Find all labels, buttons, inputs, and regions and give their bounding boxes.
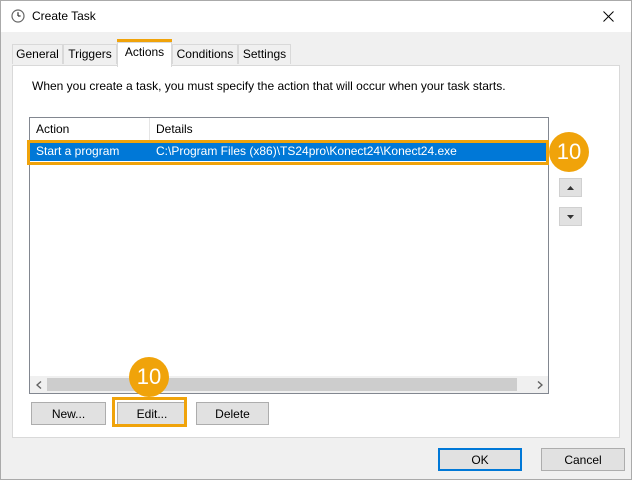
tab-triggers[interactable]: Triggers: [63, 44, 117, 64]
new-action-button[interactable]: New...: [31, 402, 106, 425]
column-header-action[interactable]: Action: [30, 118, 150, 140]
step-callout-edit: 10: [129, 357, 169, 397]
table-row[interactable]: Start a program C:\Program Files (x86)\T…: [30, 141, 548, 161]
tab-actions[interactable]: Actions: [117, 42, 172, 67]
scroll-right-icon[interactable]: [531, 376, 548, 393]
actions-tab-panel: When you create a task, you must specify…: [12, 65, 620, 438]
ok-button[interactable]: OK: [438, 448, 522, 471]
cancel-button[interactable]: Cancel: [541, 448, 625, 471]
move-down-button[interactable]: [559, 207, 582, 226]
tab-conditions[interactable]: Conditions: [172, 44, 238, 64]
row-details-cell: C:\Program Files (x86)\TS24pro\Konect24\…: [156, 144, 457, 158]
column-header-details[interactable]: Details: [150, 118, 548, 140]
row-action-cell: Start a program: [36, 144, 120, 158]
create-task-window: Create Task General Triggers Actions Con…: [0, 0, 632, 480]
list-header: Action Details: [30, 118, 548, 141]
scrollbar-thumb[interactable]: [47, 378, 517, 391]
edit-action-button[interactable]: Edit...: [117, 402, 187, 425]
arrow-down-icon: [567, 214, 574, 219]
arrow-up-icon: [567, 185, 574, 190]
tab-settings[interactable]: Settings: [238, 44, 291, 64]
title-bar: Create Task: [1, 1, 631, 32]
actions-list[interactable]: Action Details Start a program C:\Progra…: [29, 117, 549, 394]
move-up-button[interactable]: [559, 178, 582, 197]
horizontal-scrollbar[interactable]: [30, 376, 548, 393]
delete-action-button[interactable]: Delete: [196, 402, 269, 425]
actions-description: When you create a task, you must specify…: [32, 79, 506, 93]
step-callout-row: 10: [549, 132, 589, 172]
scroll-left-icon[interactable]: [30, 376, 47, 393]
window-title: Create Task: [32, 9, 96, 23]
close-icon: [602, 11, 614, 22]
close-button[interactable]: [585, 1, 631, 32]
clock-icon: [11, 9, 25, 23]
tab-general[interactable]: General: [12, 44, 63, 64]
